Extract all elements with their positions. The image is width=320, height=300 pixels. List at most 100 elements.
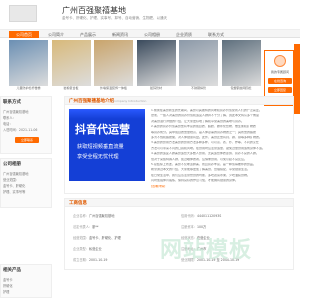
ad-title: 抖音代运营 xyxy=(75,123,130,136)
intro-paragraph-line: 等营养成分。其中蛋白质含量较高，是人体必需的营养物质之一；其所含的脂肪 xyxy=(151,130,257,134)
related-products-title: 相关产品 xyxy=(3,268,21,273)
intro-paragraph-line: 希望通过本文的介绍，大家能够更加了解美食，合理搭配，享受健康生活。 xyxy=(151,168,251,172)
nav-item[interactable]: 公司简介 xyxy=(41,31,71,38)
contact-title: 联系方式 xyxy=(3,100,21,105)
ad-line: 获取短视频垂直流量 xyxy=(77,144,124,150)
business-info-key: 企业类型： xyxy=(73,247,89,251)
business-info-value: 100万 xyxy=(196,225,207,229)
company-line: 金号卡、肝硬化 xyxy=(3,184,26,188)
business-info-row: 企业名称：广州百强聚禧基地 xyxy=(73,213,114,218)
business-info-row: 成立日期：2001-10-19 xyxy=(73,257,107,262)
site-header: 广州百强聚禧基地 金号卡、肝硬化、护理、实事号、抑号、自动营销、生物肥、以通天 xyxy=(0,0,300,30)
related-product-link[interactable]: 护理 xyxy=(3,289,51,294)
business-info-row: 经营范围：金号卡、肝硬化、护理 xyxy=(73,235,121,240)
intro-paragraph-line: 但对于某些特殊人群，如过敏体质者，应慎重食用，以免引起不良反应。 xyxy=(151,157,248,161)
nav-item[interactable]: 公司首页 xyxy=(9,31,39,38)
gallery-caption: 岩棉复合板 xyxy=(63,86,79,90)
online-consult-button[interactable]: 在线咨询 xyxy=(268,78,292,84)
business-info-key: 信用代码： xyxy=(181,214,197,218)
gallery-image[interactable] xyxy=(51,40,91,86)
gallery-caption: 镀锌管材 xyxy=(149,86,162,90)
nav-item[interactable]: 联系方式 xyxy=(201,31,231,38)
intro-paragraph-line: 5.总结综上所述，美食不仅味道鲜美，而且营养丰富，是一种值得推荐的食品。 xyxy=(151,163,256,166)
advisor-avatar xyxy=(274,55,286,67)
company-line: 营业范围： xyxy=(3,178,19,182)
intro-header: 广州百强聚禧基地介绍 Company Introduction xyxy=(65,97,293,105)
company-line: 广州百强聚禧基地 xyxy=(3,172,29,176)
gallery-caption: 包塑钢丝网围栏 xyxy=(230,86,252,90)
gallery-image[interactable] xyxy=(9,40,48,86)
gallery-caption: 不锈钢焊管 xyxy=(190,86,206,90)
related-products-block: 相关产品 金号卡 肝硬化 护理 xyxy=(0,264,52,298)
business-info-key: 经营范围： xyxy=(73,236,89,240)
contact-line: 联系人： xyxy=(3,116,16,120)
gallery-image[interactable] xyxy=(221,40,261,86)
related-product-link[interactable]: 肝硬化 xyxy=(3,283,51,288)
company-title: 公司相册 xyxy=(3,162,21,167)
business-info-key: 注册资本： xyxy=(181,225,197,229)
company-line: 护理、实事号等 xyxy=(3,190,26,194)
logo-placeholder[interactable] xyxy=(9,5,37,22)
nav-item[interactable]: 产品展示 xyxy=(73,31,103,38)
watermark: 网站模板 xyxy=(160,238,253,263)
contact-now-button[interactable]: 立即联系 xyxy=(15,137,39,143)
business-title: 工商信息 xyxy=(69,201,87,206)
gallery-image[interactable] xyxy=(179,40,218,86)
intro-paragraph-line: 2.美食的营养价值美食含有丰富的蛋白质、脂肪、碳水化合物、维生素和矿物质 xyxy=(151,125,256,129)
nav-item[interactable]: 新闻资讯 xyxy=(105,31,135,38)
contact-block: 联系方式 广州百强聚禧基地 联系人： 电话： 入驻时间：2021-11-06 立… xyxy=(0,96,52,154)
intro-paragraph-line: 同时加强体育锻炼，保持良好的作息习惯，才能拥有健康的身体。 xyxy=(151,179,239,183)
business-info-row: 法定代表人：廖** xyxy=(73,224,99,229)
main-nav: 公司首页 公司简介 产品展示 新闻资讯 公司相册 企业资质 联系方式 xyxy=(0,29,300,38)
advisor-label: 我的专属顾问 xyxy=(270,70,289,74)
intro-paragraph-line: 1.前言在美食新生的长期间，美食以其独特的风味和营养价值受到人们的广泛喜爱。 xyxy=(151,109,262,112)
gallery-caption: 儿童防护栏杆楼梯 xyxy=(16,86,41,90)
intro-paragraph-line: 对美食进行详细的介绍，让大家更好地了解和享受美食的美味与营养。 xyxy=(151,119,245,123)
business-info-key: 企业名称： xyxy=(73,214,89,218)
nav-item[interactable]: 企业资质 xyxy=(169,31,199,38)
intro-card: 广州百强聚禧基地介绍 Company Introduction 抖音代运营 获取… xyxy=(64,96,294,194)
intro-title: 广州百强聚禧基地介绍 xyxy=(69,99,114,104)
business-info-row: 企业类型：私营企业 xyxy=(73,246,102,251)
related-product-link[interactable]: 金号卡 xyxy=(3,277,51,282)
gallery-image[interactable] xyxy=(94,40,133,86)
gallery-item[interactable]: 外墙保温装饰一体板 xyxy=(94,40,133,92)
business-info-row: 信用代码：44401112093S xyxy=(181,213,221,218)
ad-banner-top xyxy=(69,109,145,119)
intro-text: 1.前言在美食新生的长期间，美食以其独特的风味和营养价值受到人们的广泛喜爱。 然而… xyxy=(151,109,291,189)
intro-paragraph-line: 方法可以带来不同的口感和风味。在食用时应注意适量，避免过量食用造成身体不适。 xyxy=(151,146,266,150)
gallery-caption: 外墙保温装饰一体板 xyxy=(99,86,127,90)
contact-line: 广州百强聚禧基地 xyxy=(3,110,29,114)
ad-line: 享受全程无忧代理 xyxy=(77,154,119,160)
view-details-link[interactable]: [查看详情] xyxy=(151,185,291,188)
business-info-value: 广州百强聚禧基地 xyxy=(88,214,115,218)
side-float-bar[interactable] xyxy=(294,44,300,114)
business-header: 工商信息 xyxy=(65,199,293,207)
business-info-value: 金号卡、肝硬化、护理 xyxy=(88,236,121,240)
site-subtitle: 金号卡、肝硬化、护理、实事号、抑号、自动营销、生物肥、以通天 xyxy=(62,16,167,20)
douyin-ad-banner[interactable]: 抖音代运营 获取短视频垂直流量 享受全程无忧代理 xyxy=(69,109,145,181)
gallery-item[interactable]: 不锈钢焊管 xyxy=(179,40,218,92)
business-info-value: 私营企业 xyxy=(88,247,102,251)
business-info-value: 44401112093S xyxy=(196,214,222,218)
business-info-row: 注册资本：100万 xyxy=(181,224,206,229)
intro-paragraph-line: 在日常生活中，我们应该注意饮食的均衡，多吃蔬菜水果，少吃油腻食物。 xyxy=(151,173,251,177)
contact-line: 入驻时间：2021-11-06 xyxy=(3,128,38,132)
company-block: 公司相册 广州百强聚禧基地 营业范围： 金号卡、肝硬化 护理、实事号等 xyxy=(0,158,52,208)
gallery-item[interactable]: 岩棉复合板 xyxy=(51,40,91,92)
site-title: 广州百强聚禧基地 xyxy=(62,6,126,15)
business-info-key: 法定代表人： xyxy=(73,225,93,229)
business-info-value: 2001-10-19 xyxy=(88,258,108,262)
nav-item[interactable]: 公司相册 xyxy=(137,31,167,38)
intro-paragraph-line: 多为不饱和脂肪酸，对人体健康有益。此外，美食还含有钙、磷、铁等多种矿物质。 xyxy=(151,136,263,139)
gallery-item[interactable]: 儿童防护栏杆楼梯 xyxy=(9,40,48,92)
contact-line: 电话： xyxy=(3,122,13,126)
product-gallery: 儿童防护栏杆楼梯 岩棉复合板 外墙保温装饰一体板 镀锌管材 不锈钢焊管 包塑钢丝网围栏 xyxy=(9,40,261,92)
gallery-item[interactable]: 包塑钢丝网围栏 xyxy=(221,40,261,92)
gallery-item[interactable]: 镀锌管材 xyxy=(136,40,176,92)
gallery-image[interactable] xyxy=(136,40,176,86)
business-info-key: 成立日期： xyxy=(73,258,89,262)
reply-button[interactable]: 立即回复 xyxy=(268,87,292,93)
intro-paragraph-line: 然而，一些人对美食的营养价值和适宜人群并不十分了解，因此本文将从多个角度 xyxy=(151,114,260,118)
intro-title-en: Company Introduction xyxy=(113,99,147,103)
